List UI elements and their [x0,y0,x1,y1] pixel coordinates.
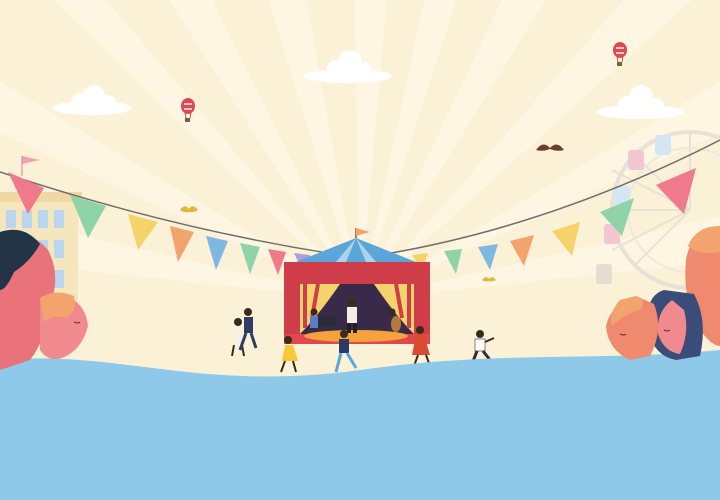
ground [0,350,720,500]
festival-scene [0,0,720,500]
festival-illustration [0,0,720,500]
